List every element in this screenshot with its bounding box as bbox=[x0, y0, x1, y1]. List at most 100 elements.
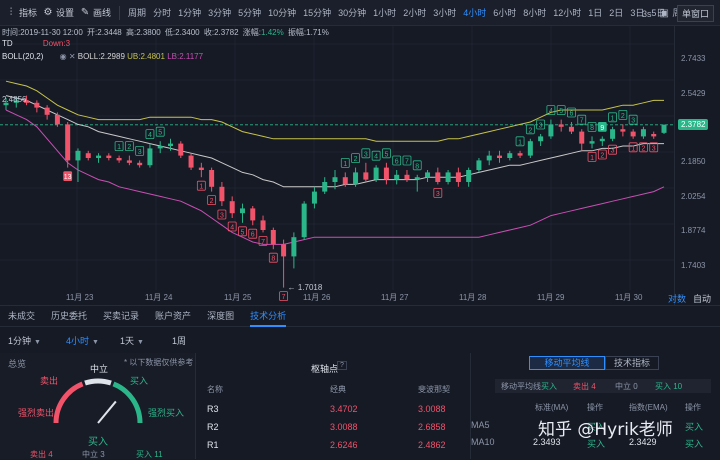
moving-average-panel: 移动平均线 技术指标 移动平均线 买入 卖出 4 中立 0 买入 10 标准(M… bbox=[470, 353, 720, 459]
tab-3[interactable]: 账户资产 bbox=[155, 305, 191, 327]
summary-result: 买入 bbox=[88, 437, 108, 448]
window-mode-select[interactable]: 单窗口 bbox=[676, 5, 714, 22]
td-count-label: 7 bbox=[580, 118, 584, 125]
period-option[interactable]: 分时 bbox=[153, 6, 171, 19]
period-option[interactable]: 8小时 bbox=[523, 6, 546, 19]
tab-0[interactable]: 未成交 bbox=[8, 305, 35, 327]
period-option[interactable]: 1日 bbox=[588, 6, 602, 19]
period-option[interactable]: 10分钟 bbox=[268, 6, 296, 19]
ma-neutral-count: 中立 0 bbox=[615, 382, 638, 391]
pivot-panel: 枢轴点 ? 名称 经典 斐波那契 R3 3.4702 3.0088 R2 3.0088 2… bbox=[197, 353, 470, 459]
log-scale-toggle[interactable]: 对数 bbox=[668, 292, 686, 305]
tab-technical-indicators[interactable]: 技术指标 bbox=[605, 356, 659, 370]
period-select-3[interactable]: 1天 ▼ bbox=[120, 334, 164, 347]
tab-moving-average[interactable]: 移动平均线 bbox=[529, 356, 605, 370]
tab-5[interactable]: 技术分析 bbox=[250, 305, 287, 327]
tab-1[interactable]: 历史委托 bbox=[51, 305, 87, 327]
ohlc-info-line: 时间:2019-11-30 12:00 开:2.3448 高:2.3800 低:… bbox=[2, 27, 331, 38]
period-select-4[interactable]: 1周 bbox=[172, 334, 216, 347]
settings-button[interactable]: ⚙ 设置 bbox=[43, 6, 75, 19]
pivot-cell-name: R2 bbox=[207, 422, 219, 432]
candle-body bbox=[476, 160, 482, 170]
period-option[interactable]: 6小时 bbox=[493, 6, 516, 19]
camera-icon[interactable]: ▣ bbox=[660, 8, 669, 19]
period-option[interactable]: 3小时 bbox=[433, 6, 456, 19]
candle-body bbox=[414, 177, 420, 180]
y-tick: 2.5429 bbox=[681, 89, 706, 98]
eye-icon[interactable]: ◉ bbox=[60, 52, 67, 61]
period-option[interactable]: 4小时 bbox=[463, 6, 486, 19]
chevron-down-icon: ▼ bbox=[92, 338, 99, 346]
candle-body bbox=[198, 167, 204, 170]
candle-body bbox=[260, 220, 266, 230]
td-count-label: 3 bbox=[220, 213, 224, 220]
gauge-arc bbox=[53, 381, 84, 424]
candle-body bbox=[435, 172, 441, 182]
gauge-arc bbox=[84, 378, 112, 386]
period-select-3-value: 1天 bbox=[120, 335, 135, 346]
ma-cell-op2: 买入 bbox=[685, 422, 704, 432]
tab-4[interactable]: 深度图 bbox=[207, 305, 234, 327]
price-axis[interactable]: 2.7433 2.5429 2.3782 2.1850 2.0254 1.877… bbox=[674, 26, 720, 305]
td-down-value: Down:3 bbox=[42, 39, 71, 48]
ma-header-op: 操作 bbox=[587, 403, 603, 412]
period-option[interactable]: 15分钟 bbox=[303, 6, 331, 19]
period-option[interactable]: 3分钟 bbox=[208, 6, 231, 19]
drawing-label: 画线 bbox=[93, 8, 112, 18]
close-icon[interactable]: ✕ bbox=[69, 52, 76, 61]
analysis-filters: 1分钟 ▼ 4小时 ▼ 1天 ▼ 1周 bbox=[0, 331, 720, 349]
td-count-label: 2 bbox=[210, 198, 214, 205]
y-tick: 1.8774 bbox=[681, 226, 706, 235]
candle-body bbox=[425, 172, 431, 178]
candlestick-chart[interactable]: 13 1 2 3 4 5 6 7 8 7 1 2 3 4 5 1 2 3 4 5 6 7 8 1 2 3 4 5 6 7 8 9 1 2 3 3 1 2 3… bbox=[0, 26, 720, 305]
period-option[interactable]: 5分钟 bbox=[238, 6, 261, 19]
time-axis[interactable]: 11月 23 11月 24 11月 25 11月 26 11月 27 11月 2… bbox=[0, 290, 674, 305]
toolbar-divider bbox=[119, 5, 121, 20]
period-select-2-value: 4小时 bbox=[66, 335, 90, 346]
candle-body bbox=[54, 114, 60, 125]
legend-neutral: 中立 3 bbox=[82, 450, 105, 459]
candle-body bbox=[455, 172, 461, 182]
ma-sell-count: 卖出 4 bbox=[573, 382, 596, 391]
td-count-label: 2 bbox=[127, 144, 131, 151]
candle-body bbox=[527, 141, 533, 156]
period-option[interactable]: 1小时 bbox=[373, 6, 396, 19]
td-count-label: 6 bbox=[570, 111, 574, 118]
help-icon[interactable]: ? bbox=[337, 361, 347, 370]
sentiment-gauge bbox=[53, 378, 143, 424]
period-option[interactable]: 2日 bbox=[609, 6, 623, 19]
period-option[interactable]: 2小时 bbox=[403, 6, 426, 19]
period-select-2[interactable]: 4小时 ▼ bbox=[66, 334, 110, 347]
pivot-header-fib: 斐波那契 bbox=[418, 385, 450, 394]
ma-header-op2: 操作 bbox=[685, 403, 701, 412]
x-tick: 11月 27 bbox=[381, 293, 409, 302]
drawing-button[interactable]: ✎ 画线 bbox=[80, 6, 111, 19]
auto-scale-toggle[interactable]: 自动 bbox=[693, 292, 711, 305]
ma-summary-label: 移动平均线 bbox=[501, 382, 541, 391]
td-indicator-name[interactable]: TD bbox=[2, 39, 13, 48]
period-option[interactable]: 12小时 bbox=[553, 6, 581, 19]
info-low: 低:2.3400 bbox=[164, 28, 200, 37]
td-count-label: 7 bbox=[261, 239, 265, 246]
chart-canvas[interactable]: 1312345 67871 234 5123 4 56 781234 5 678 91 2331 23… bbox=[0, 26, 674, 305]
candle-body bbox=[291, 237, 297, 257]
tab-2[interactable]: 买卖记录 bbox=[103, 305, 139, 327]
gauge-arc bbox=[112, 381, 143, 424]
gauge-strong-buy-label: 强烈买入 bbox=[148, 408, 185, 418]
indicators-button[interactable]: ⫶ 指标 bbox=[6, 6, 37, 19]
period-option[interactable]: 30分钟 bbox=[338, 6, 366, 19]
pen-icon: ✎ bbox=[80, 6, 90, 18]
candle-body bbox=[219, 186, 225, 202]
period-option[interactable]: 1分钟 bbox=[178, 6, 201, 19]
candle-body bbox=[281, 244, 287, 257]
td-count-label: 2 bbox=[641, 145, 645, 152]
boll-indicator-name[interactable]: BOLL(20,2) bbox=[2, 52, 43, 61]
pivot-title: 枢轴点 bbox=[311, 364, 339, 374]
candle-body bbox=[301, 203, 307, 238]
ma-buy-count: 买入 10 bbox=[655, 382, 683, 391]
x-tick: 11月 29 bbox=[537, 293, 565, 302]
watermark: 知乎 @Hyrik老师 bbox=[538, 420, 673, 440]
interval-display[interactable]: 3s bbox=[642, 9, 652, 19]
period-select-1[interactable]: 1分钟 ▼ bbox=[8, 334, 52, 347]
candle-body bbox=[466, 170, 472, 182]
